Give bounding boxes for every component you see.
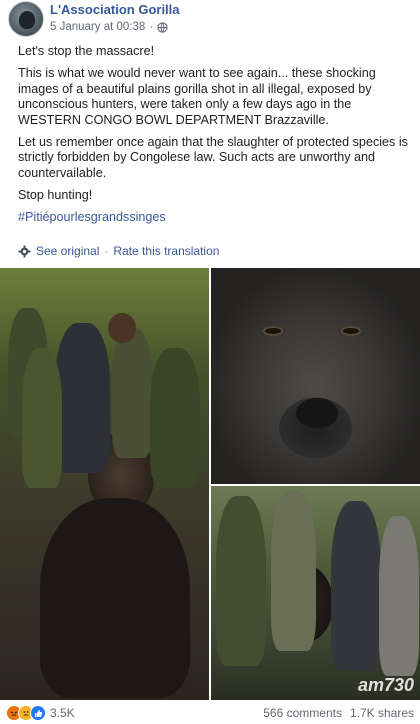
photo-hunters-with-gorilla[interactable] bbox=[0, 268, 209, 700]
post-header: L'Association Gorilla 5 January at 00:38… bbox=[0, 0, 420, 40]
post-paragraph: This is what we would never want to see … bbox=[18, 66, 376, 127]
post-meta: 5 January at 00:38 · bbox=[50, 21, 168, 33]
reactions-summary[interactable]: 3.5K bbox=[6, 705, 75, 721]
watermark-am730: am730 bbox=[357, 675, 414, 695]
post-body: Let's stop the massacre! This is what we… bbox=[18, 44, 414, 225]
translation-separator: · bbox=[104, 244, 109, 258]
page-name-link[interactable]: L'Association Gorilla bbox=[50, 2, 180, 17]
gear-icon[interactable] bbox=[18, 244, 31, 258]
engagement-stats: 566 comments 1.7K shares bbox=[263, 706, 414, 720]
photo-grid: am730 bbox=[0, 268, 420, 700]
post-footer: 3.5K 566 comments 1.7K shares bbox=[0, 702, 420, 724]
hashtag-link[interactable]: #Pitiépourlesgrandssinges bbox=[18, 210, 414, 225]
rate-translation-link[interactable]: Rate this translation bbox=[113, 244, 219, 258]
photo-gorilla-face[interactable] bbox=[211, 268, 420, 484]
globe-icon bbox=[157, 21, 168, 33]
post-paragraph: Let us remember once again that the slau… bbox=[18, 135, 408, 180]
page-avatar[interactable] bbox=[8, 1, 44, 37]
post-paragraph: Stop hunting! bbox=[18, 188, 93, 203]
meta-separator: · bbox=[149, 21, 154, 33]
shares-count-link[interactable]: 1.7K shares bbox=[350, 706, 414, 720]
see-original-link[interactable]: See original bbox=[36, 244, 99, 258]
translation-bar: See original · Rate this translation bbox=[18, 244, 219, 258]
reaction-count: 3.5K bbox=[50, 706, 75, 720]
post-timestamp[interactable]: 5 January at 00:38 bbox=[50, 21, 145, 33]
comments-count-link[interactable]: 566 comments bbox=[263, 706, 342, 720]
photo-hunters-carrying-gorilla[interactable]: am730 bbox=[211, 486, 420, 700]
post-paragraph: Let's stop the massacre! bbox=[18, 44, 155, 58]
like-icon bbox=[30, 705, 46, 721]
